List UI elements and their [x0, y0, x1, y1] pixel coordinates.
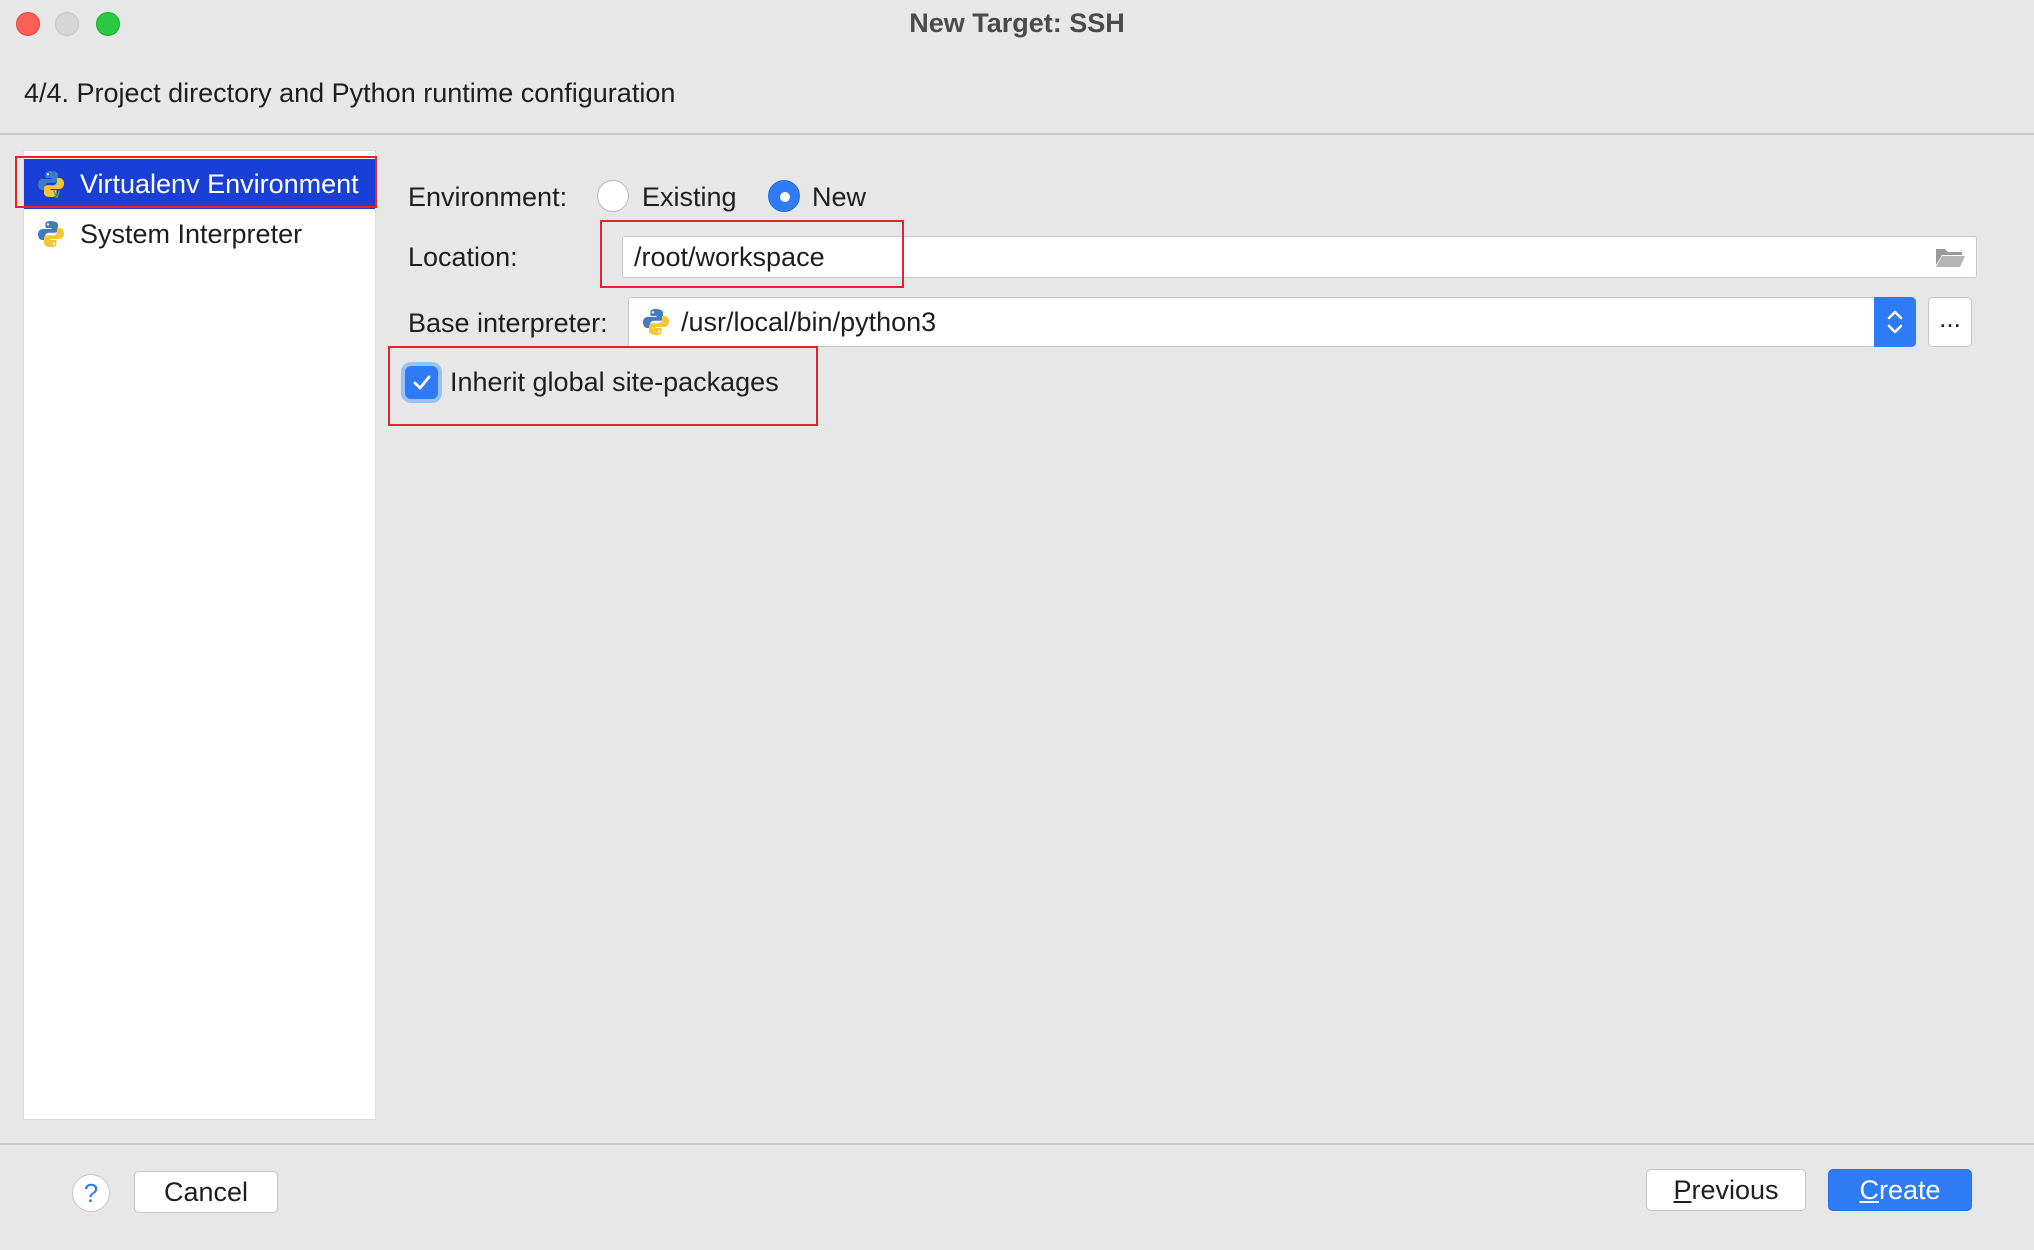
- window-title: New Target: SSH: [909, 8, 1125, 38]
- folder-open-icon[interactable]: [1934, 245, 1966, 269]
- python-virtualenv-icon: V: [38, 171, 64, 199]
- new-radio[interactable]: [768, 180, 800, 212]
- environment-label: Environment:: [408, 182, 568, 212]
- python-icon: [38, 221, 64, 247]
- cancel-button[interactable]: Cancel: [134, 1171, 278, 1213]
- base-interpreter-value: /usr/local/bin/python3: [681, 306, 937, 337]
- location-value: /root/workspace: [634, 241, 825, 272]
- footer-divider: [0, 1143, 2034, 1145]
- base-interpreter-select[interactable]: /usr/local/bin/python3: [628, 297, 1916, 347]
- base-interpreter-label: Base interpreter:: [408, 308, 608, 338]
- sidebar-item-label: Virtualenv Environment: [80, 168, 359, 199]
- browse-interpreter-button[interactable]: ...: [1928, 297, 1972, 347]
- environment-type-list: V Virtualenv Environment System Interpre…: [23, 150, 376, 1120]
- title-bar: New Target: SSH: [0, 0, 2034, 46]
- new-radio-label[interactable]: New: [812, 182, 866, 213]
- interpreter-dropdown-arrow[interactable]: [1874, 297, 1916, 347]
- dialog-window: New Target: SSH 4/4. Project directory a…: [0, 0, 2034, 1250]
- svg-text:V: V: [53, 189, 61, 199]
- checkmark-icon: [413, 375, 430, 389]
- create-button[interactable]: Create: [1828, 1169, 1972, 1211]
- header-divider: [0, 133, 2034, 135]
- help-button[interactable]: ?: [72, 1174, 110, 1212]
- location-label: Location:: [408, 242, 518, 272]
- python-icon: [643, 309, 669, 335]
- inherit-site-packages-label[interactable]: Inherit global site-packages: [450, 367, 779, 398]
- previous-button[interactable]: Previous: [1646, 1169, 1806, 1211]
- chevron-up-down-icon: [1887, 310, 1903, 334]
- sidebar-item-virtualenv[interactable]: V Virtualenv Environment: [24, 159, 375, 209]
- existing-radio-label[interactable]: Existing: [642, 182, 737, 213]
- existing-radio[interactable]: [597, 180, 629, 212]
- step-title: 4/4. Project directory and Python runtim…: [24, 78, 676, 108]
- inherit-site-packages-checkbox[interactable]: [405, 366, 438, 399]
- sidebar-item-system-interpreter[interactable]: System Interpreter: [24, 209, 375, 259]
- location-input[interactable]: /root/workspace: [622, 236, 1977, 278]
- sidebar-item-label: System Interpreter: [80, 218, 303, 249]
